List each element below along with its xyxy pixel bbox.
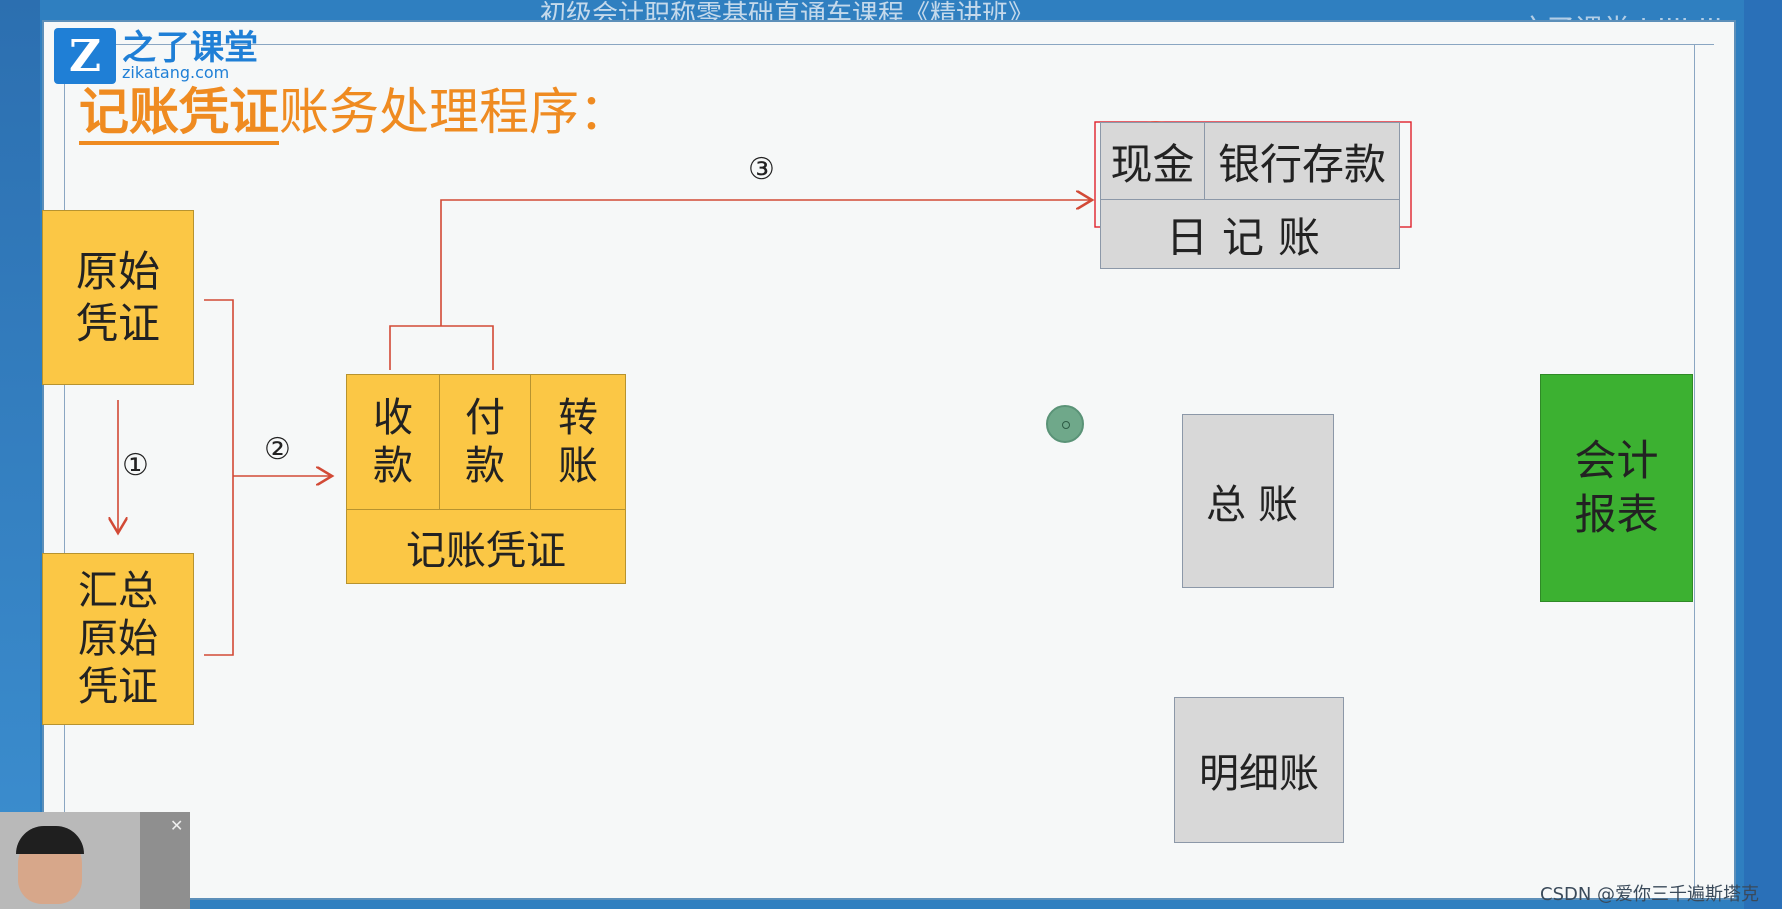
slide-border-top (64, 44, 1714, 45)
receipt-voucher-cell: 收款 (346, 374, 440, 510)
presenter-pointer (1046, 405, 1084, 443)
csdn-watermark: CSDN @爱你三千遍斯塔克 (1540, 884, 1760, 905)
journal-label: 日记账 (1165, 212, 1334, 262)
step-3-label: ③ (748, 152, 775, 187)
accounting-voucher-box: 记账凭证 (346, 509, 626, 584)
transfer-voucher-label: 转账 (558, 395, 598, 489)
summary-voucher-box: 汇总原始凭证 (42, 553, 194, 725)
presenter-webcam: ✕ (0, 812, 190, 909)
slide-canvas: Z 之了课堂 zikatang.com 记账凭证账务处理程序： (42, 20, 1736, 900)
accounting-voucher-label: 记账凭证 (406, 527, 566, 574)
journal-cash-cell: 现金 (1100, 122, 1205, 200)
player-frame-left (0, 0, 40, 909)
journal-box: 日记账 (1100, 199, 1400, 269)
payment-voucher-label: 付款 (465, 395, 505, 489)
receipt-voucher-label: 收款 (373, 395, 413, 489)
slide-heading-bold: 记账凭证 (79, 83, 279, 145)
general-ledger-label: 总账 (1206, 482, 1310, 528)
summary-voucher-label: 汇总原始凭证 (78, 568, 158, 710)
original-voucher-box: 原始凭证 (42, 210, 194, 385)
journal-cash-label: 现金 (1110, 139, 1195, 189)
step-2-label: ② (264, 432, 291, 467)
slide-border-left (64, 44, 65, 894)
player-frame-right (1744, 0, 1782, 909)
subsidiary-ledger-box: 明细账 (1174, 697, 1344, 843)
journal-bank-cell: 银行存款 (1204, 122, 1400, 200)
original-voucher-label: 原始凭证 (75, 246, 160, 348)
slide-border-right (1694, 44, 1695, 894)
financial-statements-label: 会计报表 (1574, 436, 1659, 539)
slide-heading-rest: 账务处理程序： (279, 83, 629, 141)
financial-statements-box: 会计报表 (1540, 374, 1693, 602)
general-ledger-box: 总账 (1182, 414, 1334, 588)
close-icon[interactable]: ✕ (170, 816, 183, 835)
subsidiary-ledger-label: 明细账 (1199, 751, 1319, 797)
slide-heading: 记账凭证账务处理程序： (79, 72, 629, 145)
step-1-label: ① (122, 448, 149, 483)
transfer-voucher-cell: 转账 (530, 374, 626, 510)
brand-name: 之了课堂 (122, 28, 258, 68)
payment-voucher-cell: 付款 (439, 374, 531, 510)
journal-bank-label: 银行存款 (1217, 139, 1386, 189)
